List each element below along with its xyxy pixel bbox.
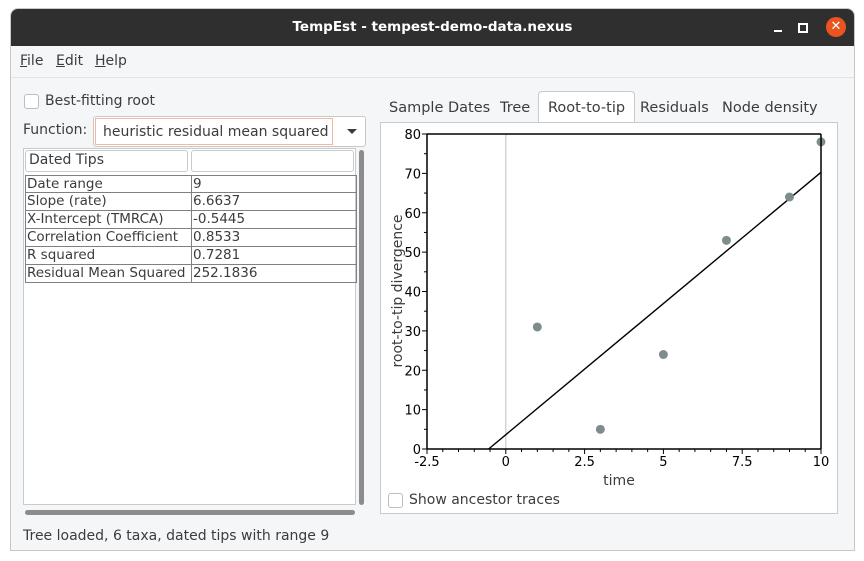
root-to-tip-chart: -2.5 0 2.5 5 7.5 1001020304050607080 time roo… (390, 128, 830, 489)
x-tick-label: 10 (813, 455, 830, 470)
y-tick-label: 80 (404, 128, 421, 143)
show-ancestor-traces-label: Show ancestor traces (409, 492, 560, 508)
y-tick-label: 0 (413, 443, 421, 458)
data-point (532, 322, 542, 332)
y-tick-label: 30 (404, 325, 421, 340)
regression-line (488, 171, 822, 450)
data-point (658, 350, 668, 359)
y-tick-label: 70 (404, 167, 421, 182)
y-tick-label: 10 (404, 404, 421, 419)
x-tick-label: 7.5 (732, 455, 753, 470)
data-point (721, 235, 731, 245)
app-window: TempEst - tempest-demo-data.nexus ✕ File… (10, 8, 855, 551)
x-tick-label: 2.5 (574, 455, 595, 470)
show-ancestor-traces-checkbox[interactable] (388, 492, 403, 508)
x-tick-label: 5 (659, 455, 667, 470)
show-ancestor-traces-option[interactable]: Show ancestor traces (388, 492, 560, 508)
data-point (595, 424, 605, 434)
y-axis-label: root-to-tip divergence (390, 214, 406, 367)
data-point (784, 192, 794, 202)
x-axis-label: time (603, 473, 635, 489)
y-tick-label: 20 (404, 364, 421, 379)
y-tick-label: 60 (404, 207, 421, 222)
y-tick-label: 50 (404, 246, 421, 261)
x-tick-label: 0 (502, 455, 510, 470)
y-tick-label: 40 (404, 286, 421, 301)
